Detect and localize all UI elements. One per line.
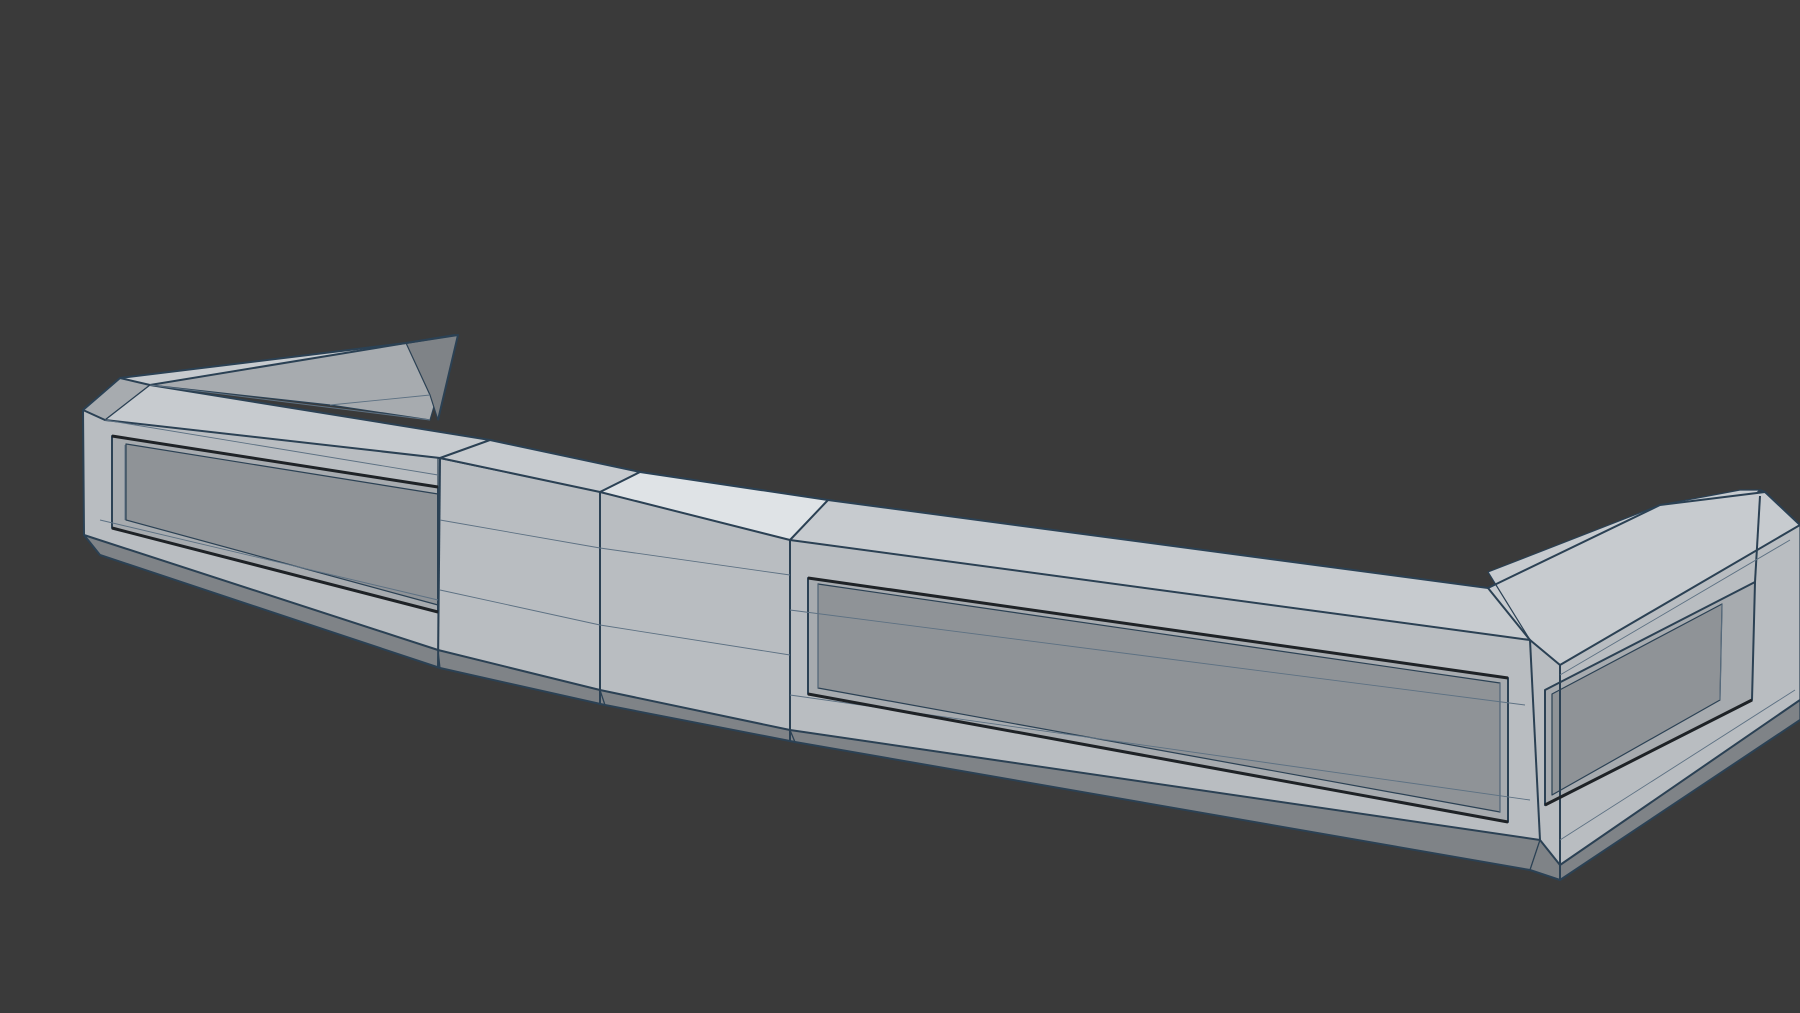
mesh-render[interactable]	[0, 0, 1800, 1013]
3d-viewport[interactable]	[0, 0, 1800, 1013]
